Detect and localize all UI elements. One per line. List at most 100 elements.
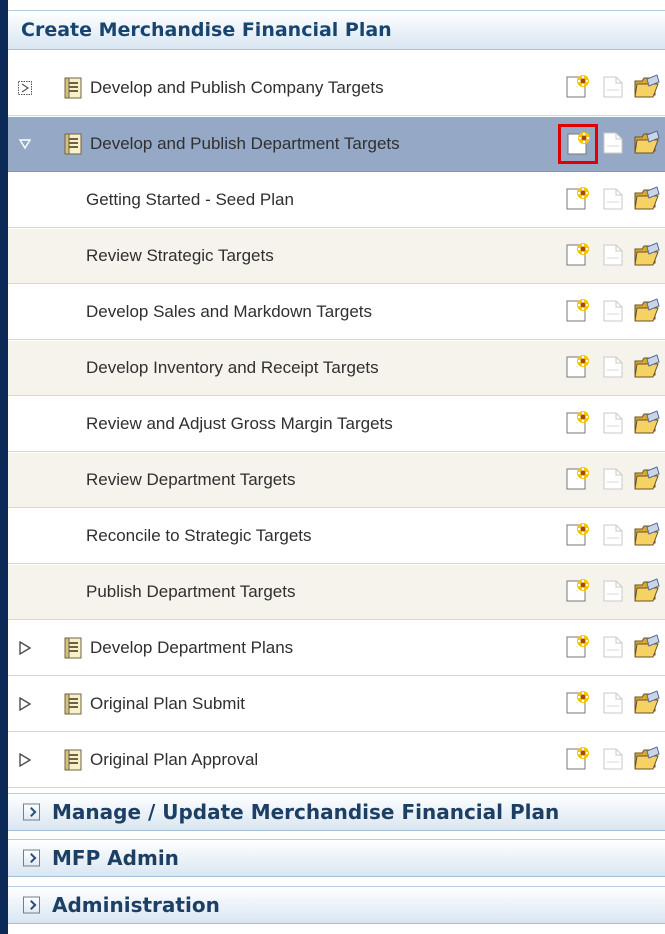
task-label[interactable]: Develop Inventory and Receipt Targets bbox=[86, 358, 379, 378]
panel-title: Create Merchandise Financial Plan bbox=[21, 19, 392, 41]
task-label[interactable]: Getting Started - Seed Plan bbox=[86, 190, 294, 210]
new-workbook-button[interactable] bbox=[562, 183, 593, 217]
open-folder-icon bbox=[634, 186, 660, 210]
accordion-title[interactable]: MFP Admin bbox=[52, 846, 179, 870]
task-label[interactable]: Develop and Publish Company Targets bbox=[90, 78, 384, 98]
saved-document-icon bbox=[603, 188, 623, 210]
task-row-department-targets[interactable]: Develop and Publish Department Targets bbox=[8, 117, 665, 172]
row-actions bbox=[562, 407, 665, 441]
row-actions bbox=[562, 239, 665, 273]
workbook-icon bbox=[64, 77, 82, 99]
saved-workbook-button[interactable] bbox=[598, 127, 629, 161]
task-row-review-strategic-targets[interactable]: Review Strategic Targets bbox=[8, 229, 665, 284]
workbook-icon bbox=[64, 749, 82, 771]
saved-workbook-button[interactable] bbox=[598, 519, 629, 553]
task-label[interactable]: Publish Department Targets bbox=[86, 582, 295, 602]
new-workbook-button[interactable] bbox=[562, 743, 593, 777]
open-workbook-button[interactable] bbox=[630, 351, 661, 385]
task-label[interactable]: Original Plan Submit bbox=[90, 694, 245, 714]
task-label[interactable]: Develop and Publish Department Targets bbox=[90, 134, 400, 154]
open-workbook-button[interactable] bbox=[630, 127, 661, 161]
accordion-mfp-admin[interactable]: MFP Admin bbox=[8, 839, 665, 877]
task-label[interactable]: Review and Adjust Gross Margin Targets bbox=[86, 414, 393, 434]
task-row-reconcile-strategic-targets[interactable]: Reconcile to Strategic Targets bbox=[8, 509, 665, 564]
open-workbook-button[interactable] bbox=[630, 183, 661, 217]
open-workbook-button[interactable] bbox=[630, 295, 661, 329]
expand-chevron-icon[interactable] bbox=[23, 849, 40, 867]
new-workbook-button[interactable] bbox=[562, 71, 593, 105]
expand-chevron-icon[interactable] bbox=[23, 803, 40, 821]
saved-workbook-button[interactable] bbox=[598, 351, 629, 385]
task-label[interactable]: Review Strategic Targets bbox=[86, 246, 274, 266]
open-workbook-button[interactable] bbox=[630, 71, 661, 105]
task-label[interactable]: Develop Sales and Markdown Targets bbox=[86, 302, 372, 322]
new-workbook-button[interactable] bbox=[562, 631, 593, 665]
collapsed-disclosure-icon[interactable] bbox=[18, 697, 32, 711]
open-workbook-button[interactable] bbox=[630, 407, 661, 441]
task-row-publish-department-targets[interactable]: Publish Department Targets bbox=[8, 565, 665, 620]
collapsed-disclosure-icon[interactable] bbox=[18, 641, 32, 655]
task-row-inventory-receipt-targets[interactable]: Develop Inventory and Receipt Targets bbox=[8, 341, 665, 396]
expand-chevron-icon[interactable] bbox=[23, 896, 40, 914]
saved-document-icon bbox=[603, 76, 623, 98]
saved-document-icon bbox=[603, 748, 623, 770]
task-row-review-department-targets[interactable]: Review Department Targets bbox=[8, 453, 665, 508]
open-workbook-button[interactable] bbox=[630, 687, 661, 721]
open-workbook-button[interactable] bbox=[630, 463, 661, 497]
new-workbook-icon bbox=[566, 187, 589, 210]
saved-workbook-button[interactable] bbox=[598, 631, 629, 665]
open-workbook-button[interactable] bbox=[630, 575, 661, 609]
open-workbook-button[interactable] bbox=[630, 743, 661, 777]
saved-workbook-button[interactable] bbox=[598, 239, 629, 273]
saved-workbook-button[interactable] bbox=[598, 687, 629, 721]
new-workbook-button[interactable] bbox=[562, 295, 593, 329]
open-workbook-button[interactable] bbox=[630, 239, 661, 273]
workbook-icon bbox=[64, 637, 82, 659]
task-label[interactable]: Original Plan Approval bbox=[90, 750, 258, 770]
new-workbook-button[interactable] bbox=[562, 519, 593, 553]
accordion-manage-update-plan[interactable]: Manage / Update Merchandise Financial Pl… bbox=[8, 793, 665, 831]
expanded-disclosure-icon[interactable] bbox=[18, 137, 32, 151]
open-workbook-button[interactable] bbox=[630, 519, 661, 553]
new-workbook-icon bbox=[566, 75, 589, 98]
new-workbook-icon bbox=[566, 523, 589, 546]
saved-workbook-button[interactable] bbox=[598, 71, 629, 105]
accordion-administration[interactable]: Administration bbox=[8, 886, 665, 924]
pending-disclosure-icon[interactable] bbox=[18, 81, 32, 95]
new-workbook-button[interactable] bbox=[562, 575, 593, 609]
saved-workbook-button[interactable] bbox=[598, 575, 629, 609]
new-workbook-button[interactable] bbox=[562, 407, 593, 441]
saved-document-icon bbox=[603, 692, 623, 714]
row-actions bbox=[562, 183, 665, 217]
saved-workbook-button[interactable] bbox=[598, 743, 629, 777]
saved-workbook-button[interactable] bbox=[598, 295, 629, 329]
task-label[interactable]: Develop Department Plans bbox=[90, 638, 293, 658]
task-row-original-plan-submit[interactable]: Original Plan Submit bbox=[8, 677, 665, 732]
task-label[interactable]: Review Department Targets bbox=[86, 470, 295, 490]
task-row-getting-started[interactable]: Getting Started - Seed Plan bbox=[8, 173, 665, 228]
new-workbook-button[interactable] bbox=[562, 687, 593, 721]
new-workbook-button[interactable] bbox=[562, 239, 593, 273]
open-folder-icon bbox=[634, 466, 660, 490]
task-row-company-targets[interactable]: Develop and Publish Company Targets bbox=[8, 61, 665, 116]
open-workbook-button[interactable] bbox=[630, 631, 661, 665]
saved-workbook-button[interactable] bbox=[598, 407, 629, 441]
new-workbook-icon bbox=[566, 467, 589, 490]
task-row-gross-margin-targets[interactable]: Review and Adjust Gross Margin Targets bbox=[8, 397, 665, 452]
collapsed-disclosure-icon[interactable] bbox=[18, 753, 32, 767]
task-row-original-plan-approval[interactable]: Original Plan Approval bbox=[8, 733, 665, 788]
new-workbook-button[interactable] bbox=[562, 351, 593, 385]
new-workbook-button-highlighted[interactable] bbox=[558, 124, 598, 164]
task-row-sales-markdown-targets[interactable]: Develop Sales and Markdown Targets bbox=[8, 285, 665, 340]
saved-document-icon bbox=[603, 580, 623, 602]
task-label[interactable]: Reconcile to Strategic Targets bbox=[86, 526, 312, 546]
new-workbook-button[interactable] bbox=[562, 463, 593, 497]
main-panel-header[interactable]: Create Merchandise Financial Plan bbox=[8, 10, 665, 50]
saved-workbook-button[interactable] bbox=[598, 463, 629, 497]
open-folder-icon bbox=[634, 130, 660, 154]
accordion-title[interactable]: Manage / Update Merchandise Financial Pl… bbox=[52, 800, 559, 824]
task-row-department-plans[interactable]: Develop Department Plans bbox=[8, 621, 665, 676]
accordion-title[interactable]: Administration bbox=[52, 893, 220, 917]
new-workbook-icon bbox=[566, 355, 589, 378]
saved-workbook-button[interactable] bbox=[598, 183, 629, 217]
